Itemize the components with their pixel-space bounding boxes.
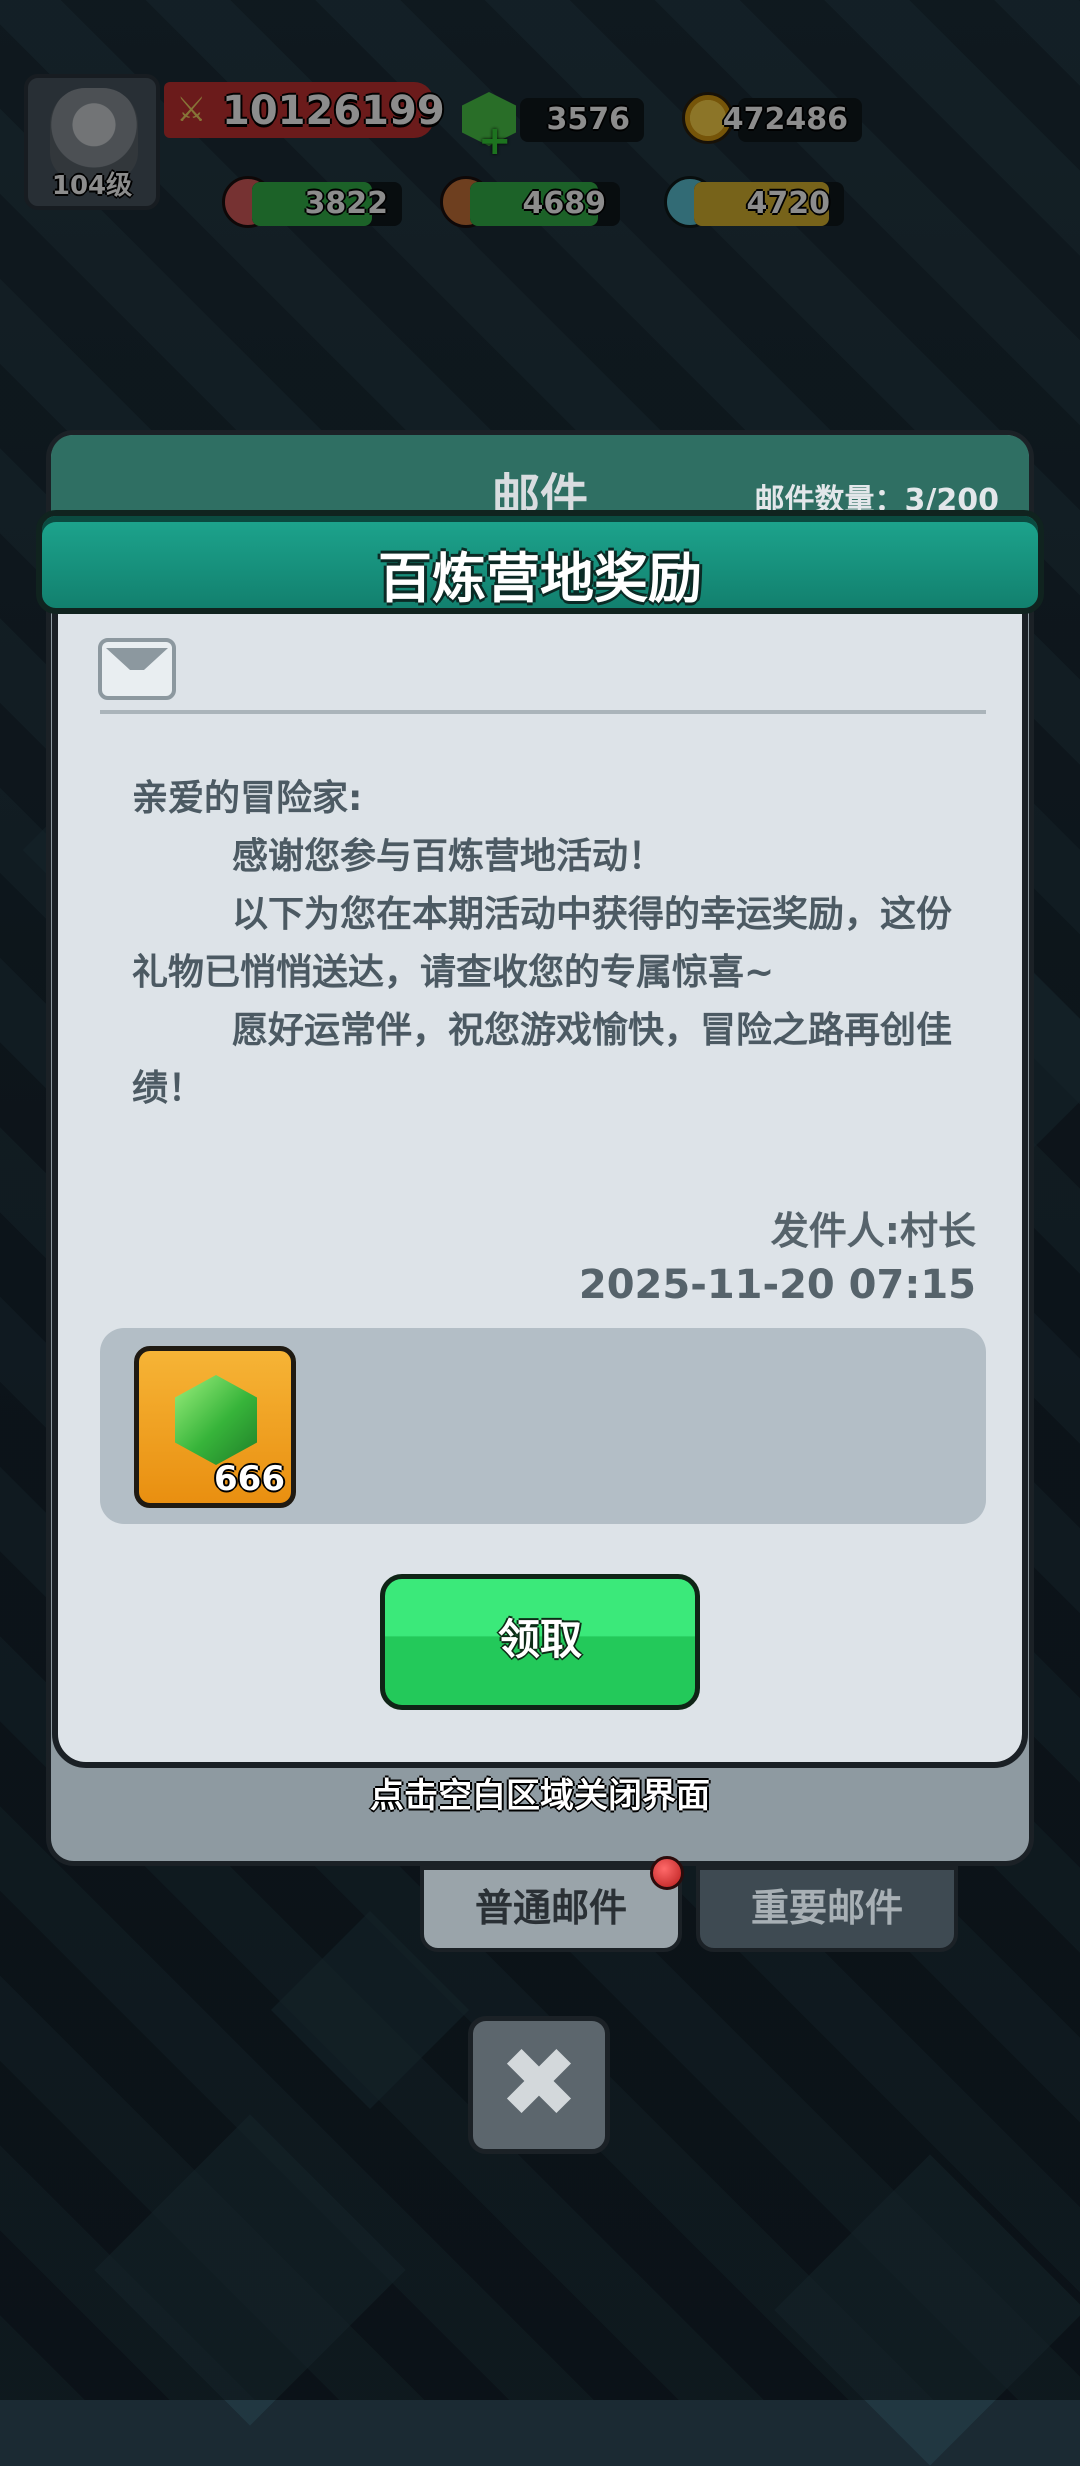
letter-greeting: 亲爱的冒险家: xyxy=(132,778,363,819)
tab-important-mail[interactable]: 重要邮件 xyxy=(696,1866,958,1952)
gem-icon xyxy=(175,1375,257,1465)
tab-normal-mail[interactable]: 普通邮件 xyxy=(420,1866,682,1952)
letter-line: 以下为您在本期活动中获得的幸运奖励，这份礼物已悄悄送达，请查收您的专属惊喜~ xyxy=(132,894,953,993)
letter-line: 感谢您参与百炼营地活动！ xyxy=(232,836,665,877)
notification-dot xyxy=(650,1856,684,1890)
letter-line: 愿好运常伴，祝您游戏愉快，冒险之路再创佳绩！ xyxy=(132,1010,953,1109)
reward-count: 666 xyxy=(214,1459,285,1499)
close-button[interactable]: ✖ xyxy=(468,2016,610,2154)
envelope-icon xyxy=(98,638,176,700)
popup-title: 百炼营地奖励 xyxy=(378,547,702,610)
close-icon: ✖ xyxy=(498,2027,580,2139)
close-hint: 点击空白区域关闭界面 xyxy=(370,1776,710,1816)
letter-body: 亲爱的冒险家: 感谢您参与百炼营地活动！ 以下为您在本期活动中获得的幸运奖励，这… xyxy=(132,770,952,1118)
reward-item[interactable]: 666 xyxy=(134,1346,296,1508)
popup-header: 百炼营地奖励 xyxy=(36,510,1044,614)
sender: 发件人:村长 xyxy=(770,1209,976,1253)
claim-button[interactable]: 领取 xyxy=(380,1574,700,1710)
divider xyxy=(100,710,986,714)
send-date: 2025-11-20 07:15 xyxy=(578,1262,976,1308)
